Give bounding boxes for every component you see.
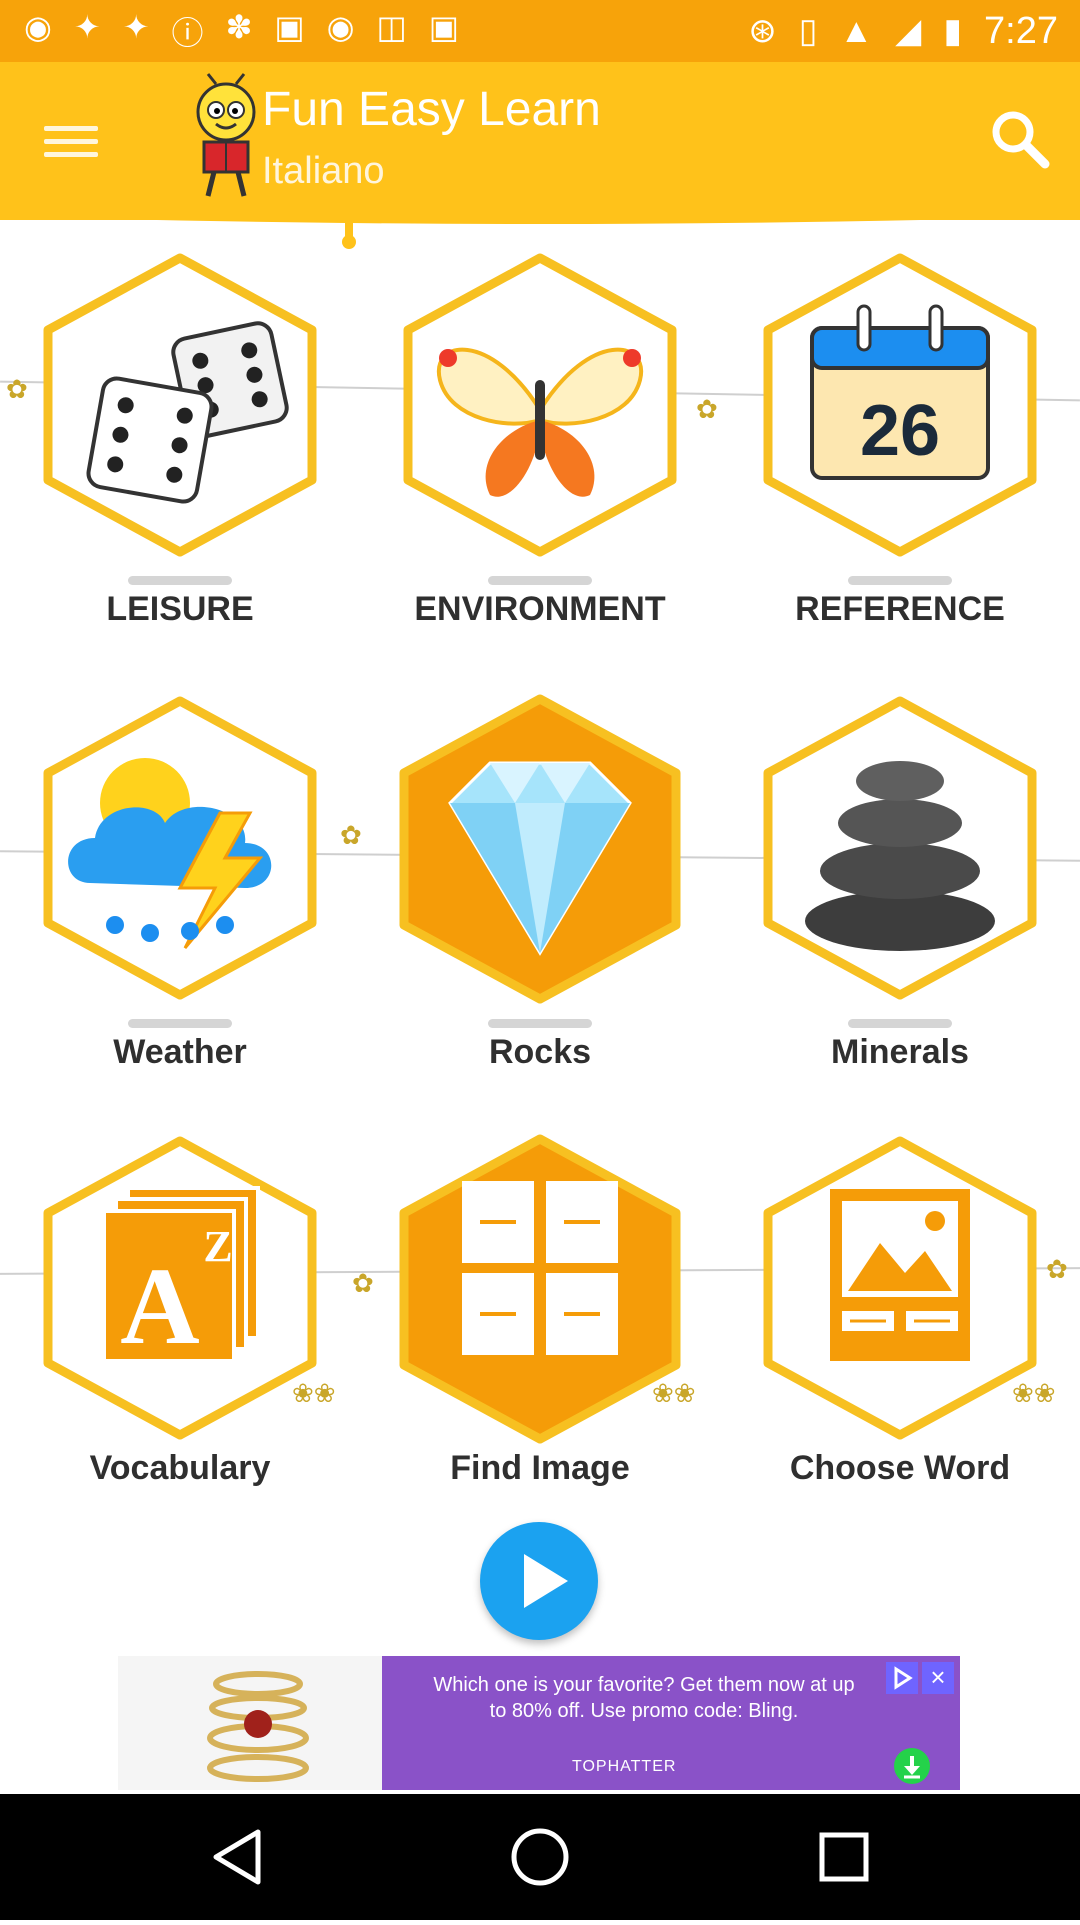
calendar-icon: 26 (763, 253, 1037, 557)
category-environment[interactable]: ENVIRONMENT (380, 250, 700, 640)
lock-icon: ▣ (274, 9, 305, 45)
letter-big: A (120, 1245, 199, 1367)
app-header: Fun Easy Learn Italiano (0, 62, 1080, 224)
category-weather[interactable]: Weather (20, 693, 340, 1083)
category-label: Weather (113, 1033, 247, 1071)
category-find-image[interactable]: Find Image (380, 1133, 700, 1493)
category-leisure[interactable]: LEISURE (20, 250, 340, 640)
bee-decoration-icon: ✿ (352, 1268, 374, 1298)
puzzle-icon: ✦ (122, 9, 150, 45)
status-bar: ◉ ✦ ✦ ⓘ ✽ ▣ ◉ ◫ ▣ ⊛ ▯ ▲ ◢ ▮ 7:27 (0, 0, 1080, 62)
play-icon (524, 1554, 568, 1608)
ad-banner[interactable]: Which one is your favorite? Get them now… (118, 1656, 960, 1790)
app-subtitle: Italiano (262, 150, 385, 192)
home-icon[interactable] (460, 1794, 620, 1920)
calendar-day: 26 (860, 391, 940, 471)
category-vocabulary[interactable]: A Z Vocabulary (20, 1133, 340, 1493)
category-minerals[interactable]: Minerals (740, 693, 1060, 1083)
category-label: LEISURE (106, 590, 254, 628)
flower-decoration-icon: ❀❀ (1012, 1378, 1056, 1408)
briefcase-icon: ▣ (428, 9, 459, 45)
category-label: Choose Word (789, 1449, 1011, 1487)
stacked-stones-icon (763, 696, 1037, 1000)
category-reference[interactable]: 26 REFERENCE (740, 250, 1060, 640)
app-title: Fun Easy Learn (262, 83, 601, 136)
search-icon[interactable] (985, 104, 1055, 174)
battery-icon: ▮ (943, 12, 963, 50)
back-icon[interactable] (154, 1794, 314, 1920)
download-icon[interactable] (894, 1748, 930, 1784)
puzzle-icon: ✦ (73, 9, 101, 45)
header-wave (0, 202, 1080, 224)
wifi-icon: ▲ (839, 11, 874, 50)
cat-icon: ◉ (326, 9, 355, 45)
ad-brand: TOPHATTER (572, 1758, 677, 1775)
status-time: 7:27 (984, 9, 1058, 52)
flower-decoration-icon: ❀❀ (652, 1378, 696, 1408)
recents-icon[interactable] (764, 1794, 924, 1920)
storm-cloud-icon (43, 696, 317, 1000)
bee-decoration-icon: ✿ (340, 820, 362, 850)
bluetooth-icon: ⊛ (748, 12, 777, 50)
alert-icon: ⓘ (171, 15, 204, 51)
category-label: Minerals (831, 1033, 969, 1071)
ad-rings-image (118, 1656, 382, 1790)
category-label: REFERENCE (795, 590, 1005, 628)
satellite-icon: ✽ (225, 9, 253, 45)
signal-icon: ◢ (895, 12, 922, 50)
vibrate-icon: ▯ (798, 12, 818, 50)
radio-icon: ◉ (24, 9, 52, 45)
bee-mascot-logo (196, 73, 256, 197)
system-navigation-bar (0, 1794, 1080, 1920)
honey-drip (342, 216, 356, 249)
butterfly-icon (403, 253, 677, 557)
category-rocks[interactable]: Rocks (380, 693, 700, 1083)
progress-bar (488, 576, 592, 585)
progress-bar (848, 576, 952, 585)
letter-small: Z (203, 1222, 232, 1271)
category-label: Vocabulary (89, 1449, 271, 1487)
inbox-icon: ◫ (376, 9, 407, 45)
progress-bar (488, 1019, 592, 1028)
ad-content[interactable]: Which one is your favorite? Get them now… (382, 1656, 960, 1790)
close-icon[interactable]: × (922, 1662, 954, 1694)
diamond-icon (399, 694, 681, 1004)
progress-bar (128, 1019, 232, 1028)
progress-bar (128, 576, 232, 585)
dice-icon (43, 253, 317, 557)
ad-text: Which one is your favorite? Get them now… (433, 1674, 855, 1722)
play-button[interactable] (480, 1522, 598, 1640)
flower-decoration-icon: ❀❀ (292, 1378, 336, 1408)
category-choose-word[interactable]: Choose Word (740, 1133, 1060, 1493)
category-label: Rocks (488, 1033, 592, 1071)
category-label: ENVIRONMENT (414, 590, 666, 628)
hamburger-menu-icon[interactable] (44, 118, 98, 162)
progress-bar (848, 1019, 952, 1028)
ad-choices-icon[interactable] (886, 1662, 918, 1694)
category-label: Find Image (450, 1449, 630, 1487)
